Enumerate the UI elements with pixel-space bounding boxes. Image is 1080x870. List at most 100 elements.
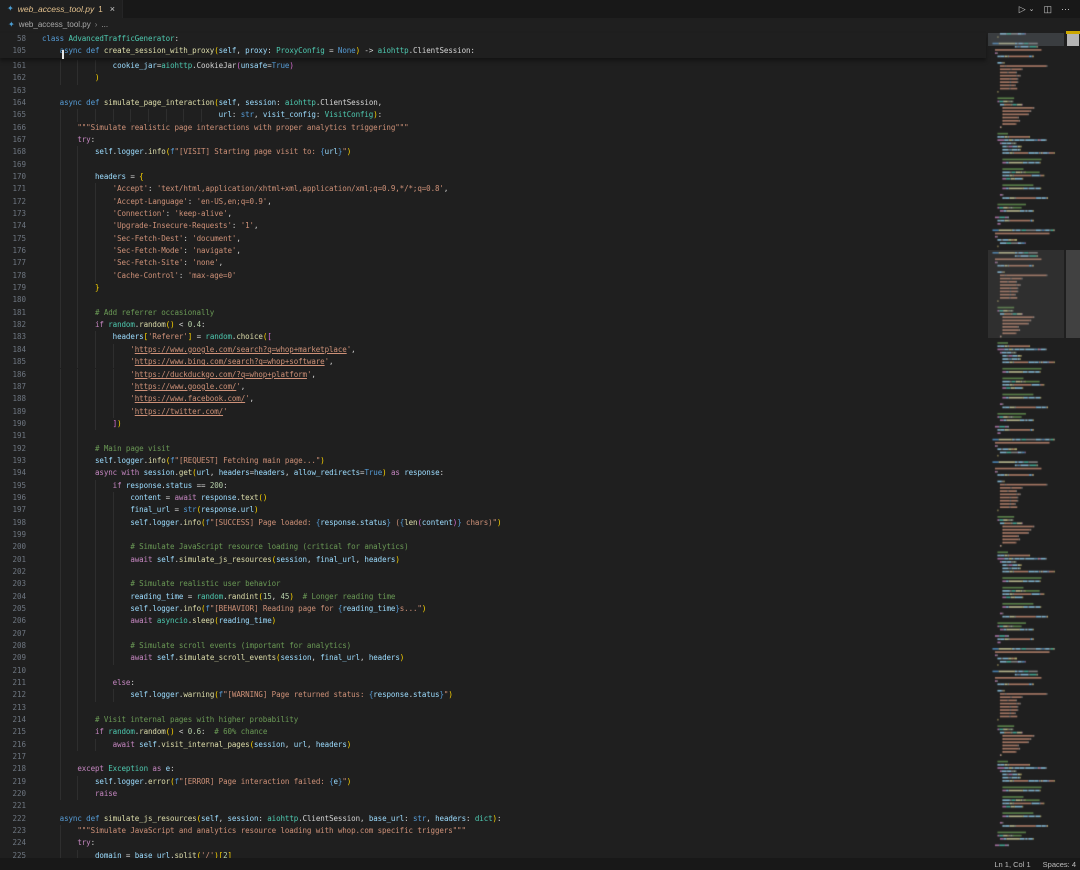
breadcrumb-symbol[interactable]: ... — [101, 20, 108, 29]
vertical-scrollbar[interactable] — [1066, 31, 1080, 858]
tab-web-access-tool[interactable]: ✦ web_access_tool.py 1 × — [0, 0, 123, 18]
code-lines[interactable]: 161 cookie_jar=aiohttp.CookieJar(unsafe=… — [0, 31, 1080, 858]
code-line[interactable]: 211 else: — [0, 677, 986, 689]
minimap-slider[interactable] — [988, 250, 1064, 338]
code-line[interactable]: 205 self.logger.info(f"[BEHAVIOR] Readin… — [0, 603, 986, 615]
code-line[interactable]: 195 if response.status == 200: — [0, 480, 986, 492]
line-number: 214 — [0, 714, 26, 726]
code-line[interactable]: 171 'Accept': 'text/html,application/xht… — [0, 183, 986, 195]
code-line[interactable]: 188 'https://www.facebook.com/', — [0, 393, 986, 405]
line-number: 198 — [0, 517, 26, 529]
line-number: 181 — [0, 307, 26, 319]
line-number: 195 — [0, 480, 26, 492]
code-line[interactable]: 105 async def create_session_with_proxy(… — [0, 45, 986, 57]
run-dropdown-chevron-icon[interactable]: ⌄ — [1029, 6, 1035, 13]
code-line[interactable]: 216 await self.visit_internal_pages(sess… — [0, 739, 986, 751]
code-line[interactable]: 191 — [0, 430, 986, 442]
code-line[interactable]: 165 url: str, visit_config: VisitConfig)… — [0, 109, 986, 121]
code-line[interactable]: 178 'Cache-Control': 'max-age=0' — [0, 270, 986, 282]
more-actions-icon[interactable]: ⋯ — [1061, 5, 1070, 14]
code-line[interactable]: 196 content = await response.text() — [0, 492, 986, 504]
code-line[interactable]: 215 if random.random() < 0.6: # 60% chan… — [0, 726, 986, 738]
code-line[interactable]: 190 ]) — [0, 418, 986, 430]
status-indentation[interactable]: Spaces: 4 — [1043, 860, 1076, 869]
line-number: 177 — [0, 257, 26, 269]
code-line[interactable]: 175 'Sec-Fetch-Dest': 'document', — [0, 233, 986, 245]
code-line[interactable]: 172 'Accept-Language': 'en-US,en;q=0.9', — [0, 196, 986, 208]
code-line[interactable]: 208 # Simulate scroll events (important … — [0, 640, 986, 652]
code-line[interactable]: 180 — [0, 294, 986, 306]
code-line[interactable]: 217 — [0, 751, 986, 763]
code-line[interactable]: 206 await asyncio.sleep(reading_time) — [0, 615, 986, 627]
code-line[interactable]: 174 'Upgrade-Insecure-Requests': '1', — [0, 220, 986, 232]
code-line[interactable]: 214 # Visit internal pages with higher p… — [0, 714, 986, 726]
code-line[interactable]: 187 'https://www.google.com/', — [0, 381, 986, 393]
close-icon[interactable]: × — [110, 5, 115, 14]
minimap[interactable] — [988, 31, 1064, 858]
code-line[interactable]: 173 'Connection': 'keep-alive', — [0, 208, 986, 220]
run-icon[interactable]: ▷ — [1019, 5, 1026, 14]
code-line[interactable]: 192 # Main page visit — [0, 443, 986, 455]
line-number: 220 — [0, 788, 26, 800]
code-line[interactable]: 199 — [0, 529, 986, 541]
code-line[interactable]: 197 final_url = str(response.url) — [0, 504, 986, 516]
code-line[interactable]: 164 async def simulate_page_interaction(… — [0, 97, 986, 109]
code-line[interactable]: 166 """Simulate realistic page interacti… — [0, 122, 986, 134]
code-line[interactable]: 203 # Simulate realistic user behavior — [0, 578, 986, 590]
code-line[interactable]: 184 'https://www.google.com/search?q=who… — [0, 344, 986, 356]
code-line[interactable]: 222 async def simulate_js_resources(self… — [0, 813, 986, 825]
line-number: 168 — [0, 146, 26, 158]
code-line[interactable]: 169 — [0, 159, 986, 171]
code-line[interactable]: 193 self.logger.info(f"[REQUEST] Fetchin… — [0, 455, 986, 467]
code-line[interactable]: 176 'Sec-Fetch-Mode': 'navigate', — [0, 245, 986, 257]
code-line[interactable]: 225 domain = base_url.split('/')[2] — [0, 850, 986, 858]
code-line[interactable]: 201 await self.simulate_js_resources(ses… — [0, 554, 986, 566]
code-line[interactable]: 170 headers = { — [0, 171, 986, 183]
cursor — [62, 50, 64, 59]
code-line[interactable]: 162 ) — [0, 72, 986, 84]
code-line[interactable]: 221 — [0, 800, 986, 812]
line-number: 210 — [0, 665, 26, 677]
split-editor-icon[interactable]: ◫ — [1043, 5, 1052, 14]
code-line[interactable]: 163 — [0, 85, 986, 97]
code-line[interactable]: 194 async with session.get(url, headers=… — [0, 467, 986, 479]
code-line[interactable]: 161 cookie_jar=aiohttp.CookieJar(unsafe=… — [0, 60, 986, 72]
code-line[interactable]: 209 await self.simulate_scroll_events(se… — [0, 652, 986, 664]
code-line[interactable]: 181 # Add referrer occasionally — [0, 307, 986, 319]
code-line[interactable]: 204 reading_time = random.randint(15, 45… — [0, 591, 986, 603]
code-line[interactable]: 224 try: — [0, 837, 986, 849]
line-number: 180 — [0, 294, 26, 306]
code-line[interactable]: 202 — [0, 566, 986, 578]
line-number: 222 — [0, 813, 26, 825]
sticky-scroll[interactable]: 58class AdvancedTrafficGenerator:105 asy… — [0, 33, 986, 58]
code-line[interactable]: 210 — [0, 665, 986, 677]
code-line[interactable]: 219 self.logger.error(f"[ERROR] Page int… — [0, 776, 986, 788]
code-line[interactable]: 183 headers['Referer'] = random.choice([ — [0, 331, 986, 343]
line-number: 184 — [0, 344, 26, 356]
code-line[interactable]: 179 } — [0, 282, 986, 294]
code-line[interactable]: 212 self.logger.warning(f"[WARNING] Page… — [0, 689, 986, 701]
code-line[interactable]: 182 if random.random() < 0.4: — [0, 319, 986, 331]
code-line[interactable]: 186 'https://duckduckgo.com/?q=whop+plat… — [0, 369, 986, 381]
code-line[interactable]: 200 # Simulate JavaScript resource loadi… — [0, 541, 986, 553]
line-number: 200 — [0, 541, 26, 553]
code-line[interactable]: 185 'https://www.bing.com/search?q=whop+… — [0, 356, 986, 368]
code-line[interactable]: 213 — [0, 702, 986, 714]
code-line[interactable]: 198 self.logger.info(f"[SUCCESS] Page lo… — [0, 517, 986, 529]
code-line[interactable]: 218 except Exception as e: — [0, 763, 986, 775]
code-line[interactable]: 167 try: — [0, 134, 986, 146]
code-line[interactable]: 189 'https://twitter.com/' — [0, 406, 986, 418]
code-line[interactable]: 177 'Sec-Fetch-Site': 'none', — [0, 257, 986, 269]
line-number: 208 — [0, 640, 26, 652]
code-line[interactable]: 223 """Simulate JavaScript and analytics… — [0, 825, 986, 837]
code-line[interactable]: 168 self.logger.info(f"[VISIT] Starting … — [0, 146, 986, 158]
code-line[interactable]: 207 — [0, 628, 986, 640]
code-line[interactable]: 58class AdvancedTrafficGenerator: — [0, 33, 986, 45]
code-line[interactable]: 220 raise — [0, 788, 986, 800]
breadcrumb-file[interactable]: web_access_tool.py — [19, 20, 91, 29]
scrollbar-thumb[interactable] — [1066, 250, 1080, 338]
code-editor[interactable]: 161 cookie_jar=aiohttp.CookieJar(unsafe=… — [0, 31, 1080, 858]
line-number: 219 — [0, 776, 26, 788]
breadcrumb: ✦ web_access_tool.py › ... — [0, 18, 1080, 31]
status-cursor-position[interactable]: Ln 1, Col 1 — [994, 860, 1030, 869]
